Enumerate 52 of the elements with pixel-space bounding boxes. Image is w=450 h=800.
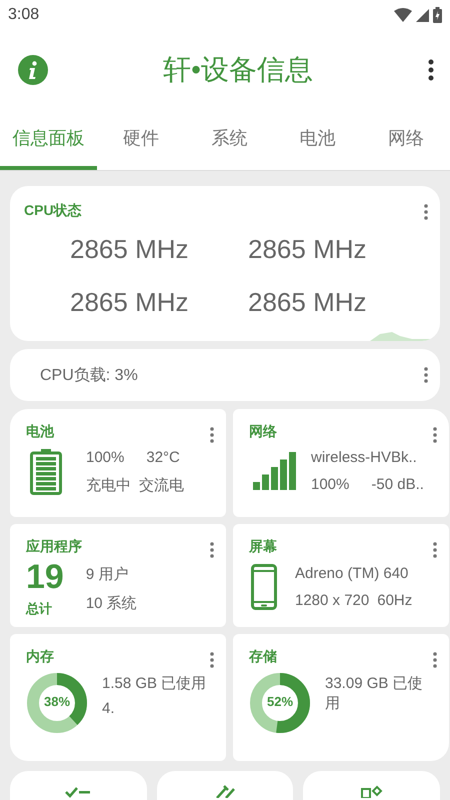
signal-bars-icon: [253, 452, 297, 490]
card-title: 网络: [249, 423, 277, 439]
cellular-signal-icon: [416, 8, 429, 22]
screen-resolution: 1280 x 720: [295, 592, 370, 609]
card-title: 应用程序: [26, 538, 82, 554]
tab[interactable]: 信息面板: [0, 110, 98, 170]
card-title: 屏幕: [249, 538, 277, 554]
phone-icon: [251, 564, 277, 610]
status-time: 3:08: [8, 6, 40, 24]
signal-dbm: -50 dB..: [371, 476, 424, 493]
info-icon[interactable]: [18, 55, 48, 85]
battery-charging-icon: [433, 7, 442, 23]
percent-label: 38%: [42, 694, 72, 709]
cpu-load-text: CPU负载: 3%: [40, 366, 138, 386]
app-total: 19: [26, 560, 64, 594]
card-title: 存储: [249, 648, 277, 664]
charging-status: 充电中: [86, 476, 131, 495]
chip-icon: [360, 785, 384, 798]
tab[interactable]: 网络: [362, 110, 450, 170]
tab[interactable]: 系统: [185, 110, 274, 170]
user-apps: 9 用户: [86, 565, 130, 584]
tab[interactable]: 硬件: [97, 110, 186, 170]
shortcut-card[interactable]: [303, 771, 440, 800]
used-amount: 33.09 GB 已使用: [325, 674, 424, 714]
cpu-frequency: 2865 MHz: [70, 287, 190, 318]
cpu-frequency: 2865 MHz: [70, 234, 190, 265]
tab[interactable]: 电池: [274, 110, 362, 170]
donut-chart: [26, 672, 88, 734]
cpu-frequency: 2865 MHz: [248, 287, 368, 318]
checklist-icon: [65, 785, 92, 798]
more-icon[interactable]: [428, 59, 434, 81]
percent-label: 52%: [266, 694, 294, 709]
system-apps: 10 系统: [86, 594, 137, 613]
tools-icon: [214, 785, 236, 798]
wifi-icon: [394, 8, 412, 22]
total-amount: 4.: [102, 700, 116, 718]
card-title: 内存: [26, 648, 54, 664]
network-name: wireless-HVBk..: [311, 449, 418, 466]
battery-level: 100%: [86, 449, 124, 466]
power-source: 交流电: [139, 476, 184, 495]
signal-strength: 100%: [311, 476, 350, 493]
cpu-frequency: 2865 MHz: [248, 234, 368, 265]
gpu-name: Adreno (TM) 640: [295, 565, 410, 582]
total-label: 总计: [26, 600, 53, 618]
refresh-rate: 60Hz: [377, 592, 412, 609]
battery-temperature: 32°C: [146, 449, 180, 466]
donut-chart: [249, 672, 311, 734]
card-title: CPU状态: [24, 202, 82, 218]
app-title: 轩•设备信息: [163, 53, 313, 87]
battery-icon: [30, 449, 62, 495]
card-title: 电池: [26, 423, 54, 439]
used-amount: 1.58 GB 已使用: [102, 674, 208, 694]
